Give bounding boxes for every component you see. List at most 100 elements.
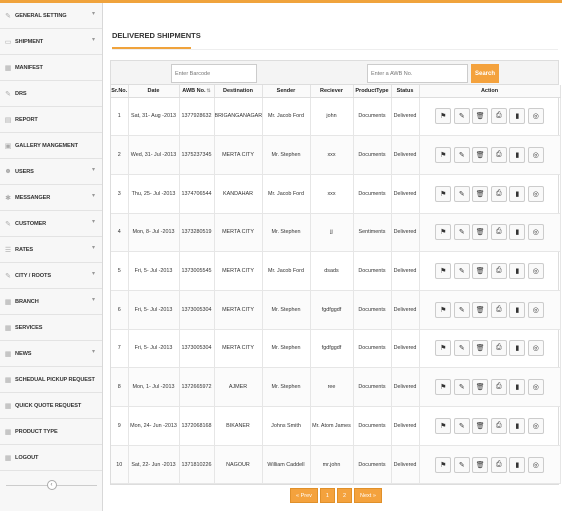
print-icon[interactable]: ⎙ (490, 417, 507, 434)
print-icon[interactable]: ⎙ (490, 379, 507, 396)
print-icon[interactable]: ⎙ (490, 340, 507, 357)
globe-icon[interactable]: ◎ (527, 224, 544, 241)
book-icon[interactable]: ▮ (509, 340, 526, 357)
pencil-icon[interactable]: ✎ (453, 340, 470, 357)
cell-actions: ⚑ ✎ 🗑 ⎙ ▮ ◎ (419, 135, 561, 175)
col-header-action: Action (419, 85, 561, 98)
cell-sender: Mr. Jacob Ford (262, 251, 311, 291)
print-icon[interactable]: ⎙ (490, 108, 507, 125)
flag-icon[interactable]: ⚑ (435, 185, 452, 202)
flag-icon[interactable]: ⚑ (435, 301, 452, 318)
book-icon[interactable]: ▮ (509, 301, 526, 318)
trash-icon[interactable]: 🗑 (472, 263, 489, 280)
awb-search-input[interactable] (367, 64, 468, 83)
next-page-button[interactable]: Next » (354, 488, 382, 503)
sidebar-item-news[interactable]: ▦ NEWS ▾ (0, 341, 102, 367)
sidebar-item-rates[interactable]: ☰ RATES ▾ (0, 237, 102, 263)
flag-icon[interactable]: ⚑ (435, 417, 452, 434)
sidebar-item-city-roots[interactable]: ✎ CITY / ROOTS ▾ (0, 263, 102, 289)
table-row: 5 Fri, 5- Jul -2013 1373005545 MERTA CITY Mr… (111, 251, 561, 291)
globe-icon[interactable]: ◎ (527, 108, 544, 125)
flag-icon[interactable]: ⚑ (435, 340, 452, 357)
trash-icon[interactable]: 🗑 (472, 147, 489, 164)
trash-icon[interactable]: 🗑 (472, 224, 489, 241)
sidebar-item-product-type[interactable]: ▦ PRODUCT TYPE (0, 419, 102, 445)
globe-icon[interactable]: ◎ (527, 379, 544, 396)
sidebar-item-customer[interactable]: ✎ CUSTOMER ▾ (0, 211, 102, 237)
pencil-icon[interactable]: ✎ (453, 417, 470, 434)
search-button[interactable]: Search (471, 64, 499, 83)
sidebar-item-users[interactable]: ☻ USERS ▾ (0, 159, 102, 185)
trash-icon[interactable]: 🗑 (472, 108, 489, 125)
pencil-icon[interactable]: ✎ (453, 379, 470, 396)
trash-icon[interactable]: 🗑 (472, 340, 489, 357)
sidebar-item-label: SHIPMENT (15, 38, 44, 45)
trash-icon[interactable]: 🗑 (472, 185, 489, 202)
cell-srno: 2 (111, 135, 129, 175)
print-icon[interactable]: ⎙ (490, 263, 507, 280)
page-1-button[interactable]: 1 (319, 488, 335, 503)
globe-icon[interactable]: ◎ (527, 301, 544, 318)
prev-page-button[interactable]: « Prev (290, 488, 318, 503)
globe-icon[interactable]: ◎ (527, 456, 544, 473)
print-icon[interactable]: ⎙ (490, 147, 507, 164)
sidebar-item-logout[interactable]: ▦ LOGOUT (0, 445, 102, 471)
cell-date: Fri, 5- Jul -2013 (128, 329, 180, 369)
cell-producttype: Documents (353, 367, 392, 407)
chevron-down-icon: ▾ (92, 219, 96, 225)
pencil-icon[interactable]: ✎ (453, 456, 470, 473)
print-icon[interactable]: ⎙ (490, 301, 507, 318)
book-icon[interactable]: ▮ (509, 185, 526, 202)
book-icon[interactable]: ▮ (509, 224, 526, 241)
globe-icon[interactable]: ◎ (527, 340, 544, 357)
pencil-icon[interactable]: ✎ (453, 108, 470, 125)
sidebar-item-services[interactable]: ▦ SERVICES (0, 315, 102, 341)
sidebar-item-general-setting[interactable]: ✎ GENERAL SETTING ▾ (0, 3, 102, 29)
sidebar-item-manifest[interactable]: ▦ MANIFEST (0, 55, 102, 81)
pencil-icon[interactable]: ✎ (453, 301, 470, 318)
book-icon[interactable]: ▮ (509, 263, 526, 280)
book-icon[interactable]: ▮ (509, 108, 526, 125)
sidebar-item-quick-quote-request[interactable]: ▦ QUICK QUOTE REQUEST (0, 393, 102, 419)
flag-icon[interactable]: ⚑ (435, 456, 452, 473)
book-icon[interactable]: ▮ (509, 379, 526, 396)
print-icon[interactable]: ⎙ (490, 224, 507, 241)
trash-icon[interactable]: 🗑 (472, 456, 489, 473)
trash-icon[interactable]: 🗑 (472, 417, 489, 434)
pencil-icon[interactable]: ✎ (453, 224, 470, 241)
pencil-icon[interactable]: ✎ (453, 147, 470, 164)
book-icon[interactable]: ▮ (509, 417, 526, 434)
sidebar-item-drs[interactable]: ✎ DRS (0, 81, 102, 107)
cell-receiver: fgdfggdf (310, 329, 354, 369)
chevron-down-icon: ▾ (92, 167, 96, 173)
trash-icon[interactable]: 🗑 (472, 301, 489, 318)
print-icon[interactable]: ⎙ (490, 456, 507, 473)
book-icon[interactable]: ▮ (509, 147, 526, 164)
page-2-button[interactable]: 2 (336, 488, 353, 503)
book-icon[interactable]: ▮ (509, 456, 526, 473)
trash-icon[interactable]: 🗑 (472, 379, 489, 396)
print-icon[interactable]: ⎙ (490, 185, 507, 202)
globe-icon[interactable]: ◎ (527, 263, 544, 280)
flag-icon[interactable]: ⚑ (435, 379, 452, 396)
pencil-icon[interactable]: ✎ (453, 185, 470, 202)
sidebar-item-branch[interactable]: ▦ BRANCH ▾ (0, 289, 102, 315)
flag-icon[interactable]: ⚑ (435, 263, 452, 280)
chevron-down-icon: ▾ (92, 271, 96, 277)
flag-icon[interactable]: ⚑ (435, 108, 452, 125)
sidebar-item-report[interactable]: ▤ REPORT (0, 107, 102, 133)
flag-icon[interactable]: ⚑ (435, 224, 452, 241)
globe-icon[interactable]: ◎ (527, 417, 544, 434)
row-actions: ⚑ ✎ 🗑 ⎙ ▮ ◎ (420, 456, 560, 473)
sidebar-item-shipment[interactable]: ▭ SHIPMENT ▾ (0, 29, 102, 55)
globe-icon[interactable]: ◎ (527, 147, 544, 164)
globe-icon[interactable]: ◎ (527, 185, 544, 202)
flag-icon[interactable]: ⚑ (435, 147, 452, 164)
pencil-icon[interactable]: ✎ (453, 263, 470, 280)
sidebar-item-gallery-mangement[interactable]: ▣ GALLERY MANGEMENT (0, 133, 102, 159)
barcode-input[interactable] (171, 64, 257, 83)
sidebar-item-schedual-pickup-request[interactable]: ▦ SCHEDUAL PICKUP REQUEST (0, 367, 102, 393)
col-header-awb[interactable]: AWB No.⇅ (179, 85, 215, 98)
sidebar-item-messanger[interactable]: ✱ MESSANGER ▾ (0, 185, 102, 211)
chevron-left-icon[interactable]: ‹ (46, 480, 57, 490)
